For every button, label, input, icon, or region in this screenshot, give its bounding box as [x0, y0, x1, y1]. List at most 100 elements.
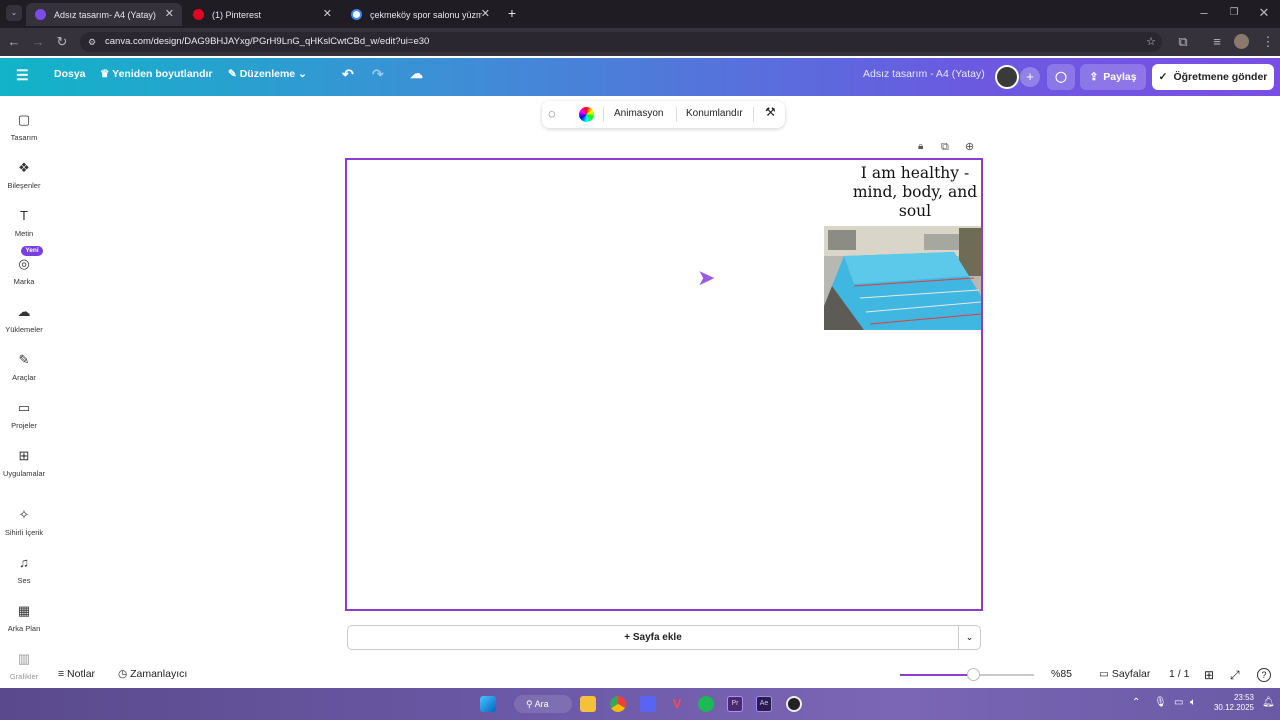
sidebar-item-text[interactable]: T Metin — [0, 208, 48, 238]
minimize-icon[interactable]: – — [1196, 5, 1212, 21]
sidebar-item-magic-media[interactable]: ✧ Sihirli İçerik — [0, 507, 48, 537]
notes-label: Notlar — [67, 668, 96, 680]
sidebar-item-background[interactable]: ▦ Arka Plan — [0, 603, 48, 633]
edit-mode-button[interactable]: ✎ Düzenleme ⌄ — [228, 68, 307, 80]
chevron-down-icon[interactable]: ⌄ — [958, 625, 981, 650]
file-explorer-icon[interactable] — [580, 696, 596, 712]
clock-time: 23:53 — [1233, 693, 1254, 702]
sidebar-item-projects[interactable]: ▭ Projeler — [0, 400, 48, 430]
windows-start-icon[interactable] — [480, 696, 496, 712]
redo-icon[interactable]: ↷ — [372, 66, 384, 83]
close-icon[interactable]: ✕ — [481, 7, 490, 20]
send-to-teacher-button[interactable]: ✓ Öğretmene gönder — [1152, 64, 1274, 90]
sidebar-item-brand[interactable]: ◎ Marka — [0, 256, 48, 286]
tab-pinterest[interactable]: (1) Pinterest ✕ — [184, 3, 340, 26]
timer-button[interactable]: ◷ Zamanlayıcı — [118, 668, 187, 680]
lock-icon[interactable]: 🔒︎ — [918, 141, 923, 152]
zoom-slider-thumb[interactable] — [967, 668, 981, 681]
after-effects-icon[interactable]: Ae — [756, 696, 772, 712]
notifications-icon[interactable]: 🔔︎ — [1262, 697, 1275, 708]
add-page-icon[interactable]: ⊕ — [965, 140, 974, 153]
network-icon[interactable]: ▭ — [1174, 697, 1183, 708]
toolbar-divider — [676, 107, 677, 122]
lasso-icon[interactable]: ◌ — [548, 106, 556, 121]
comment-icon: ◯ — [1055, 71, 1067, 83]
share-button[interactable]: ⇪ Paylaş — [1080, 64, 1146, 90]
grid-view-icon[interactable]: ⊞ — [1204, 668, 1214, 682]
tab-google-search[interactable]: çekmeköy spor salonu yüzme ✕ — [342, 3, 498, 26]
undo-icon[interactable]: ↶ — [342, 66, 354, 83]
url-input[interactable]: ⚙ canva.com/design/DAG9BHJAYxg/PGrH9LnG_… — [80, 32, 1162, 52]
new-tab-icon[interactable]: + — [504, 5, 520, 21]
sidebar-item-audio[interactable]: ♫ Ses — [0, 555, 48, 585]
valorant-icon[interactable]: V — [669, 696, 685, 712]
reading-list-icon[interactable]: ≡ — [1209, 34, 1225, 50]
resize-label: Yeniden boyutlandır — [112, 68, 213, 80]
back-icon[interactable]: ← — [6, 34, 22, 50]
sidebar-item-charts[interactable]: ▥ Grafikler — [0, 651, 48, 681]
document-title[interactable]: Adsız tasarım - A4 (Yatay) — [863, 68, 985, 80]
user-avatar[interactable] — [995, 65, 1019, 89]
microphone-icon[interactable]: 🎙︎ — [1154, 697, 1167, 708]
sidebar-item-uploads[interactable]: ☁ Yüklemeler — [0, 304, 48, 334]
taskbar-clock[interactable]: 23:53 30.12.2025 — [1210, 693, 1254, 713]
pool-photo-svg — [824, 226, 981, 330]
zoom-slider[interactable] — [900, 668, 1034, 681]
text-icon: T — [20, 208, 28, 223]
profile-avatar[interactable] — [1234, 34, 1249, 49]
zoom-level[interactable]: %85 — [1051, 668, 1072, 680]
browser-menu-icon[interactable]: ⋮ — [1260, 34, 1276, 50]
obs-icon[interactable] — [786, 696, 802, 712]
duplicate-page-icon[interactable]: ⧉ — [941, 141, 949, 154]
bookmark-star-icon[interactable]: ☆ — [1146, 32, 1156, 52]
sidebar-item-label: Yüklemeler — [5, 325, 43, 334]
headline-text[interactable]: I am healthy - mind, body, and soul — [846, 164, 984, 221]
site-info-icon[interactable]: ⚙ — [88, 32, 96, 52]
window-close-icon[interactable]: ✕ — [1256, 5, 1272, 21]
cloud-upload-icon: ☁ — [17, 304, 31, 319]
pool-image[interactable] — [824, 226, 981, 330]
sidebar-item-elements[interactable]: ❖ Bileşenler — [0, 160, 48, 190]
pages-button[interactable]: ▭ Sayfalar — [1099, 668, 1150, 680]
context-toolbar: ◌ Animasyon Konumlandır ⚒ — [542, 101, 785, 128]
draw-icon: ✎ — [18, 352, 30, 367]
comment-button[interactable]: ◯ — [1047, 64, 1075, 90]
premiere-icon[interactable]: Pr — [727, 696, 743, 712]
cloud-save-icon[interactable]: ☁ — [410, 66, 423, 82]
sidebar-item-tools[interactable]: ✎ Araçlar — [0, 352, 48, 382]
tab-canva[interactable]: Adsız tasarım- A4 (Yatay) ✕ — [26, 3, 182, 26]
resize-button[interactable]: ♛ Yeniden boyutlandır — [100, 68, 213, 80]
animate-button[interactable]: Animasyon — [614, 108, 663, 119]
volume-icon[interactable]: 🔈︎ — [1190, 697, 1196, 708]
reload-icon[interactable]: ↻ — [54, 34, 70, 50]
color-wheel-icon[interactable] — [579, 107, 594, 122]
fullscreen-icon[interactable]: ⤢ — [1230, 668, 1240, 683]
notes-button[interactable]: ≡ Notlar — [58, 668, 95, 680]
share-label: Paylaş — [1103, 71, 1137, 83]
tab-search-icon[interactable]: ⌄ — [6, 5, 22, 21]
extensions-icon[interactable]: ⧉ — [1175, 34, 1191, 50]
discord-icon[interactable] — [640, 696, 656, 712]
invite-plus-icon[interactable]: + — [1020, 67, 1040, 87]
tray-overflow-icon[interactable]: ⌃ — [1132, 697, 1140, 708]
file-menu-button[interactable]: Dosya — [54, 68, 86, 80]
sidebar-item-apps[interactable]: ⊞ Uygulamalar — [0, 448, 48, 478]
help-icon[interactable]: ? — [1257, 668, 1271, 682]
add-page-button[interactable]: + Sayfa ekle — [347, 625, 959, 650]
tab-title: çekmeköy spor salonu yüzme — [370, 9, 482, 20]
canva-favicon-icon — [35, 9, 46, 20]
forward-icon[interactable]: → — [30, 34, 46, 50]
close-icon[interactable]: ✕ — [165, 7, 174, 20]
taskbar-search[interactable]: ⚲ Ara — [514, 695, 572, 713]
paint-roller-icon[interactable]: ⚒ — [765, 105, 776, 119]
position-button[interactable]: Konumlandır — [686, 108, 743, 119]
maximize-icon[interactable]: ❐ — [1226, 5, 1242, 21]
zoom-slider-fill — [900, 674, 974, 676]
pinterest-favicon-icon — [193, 9, 204, 20]
pencil-icon: ✎ — [228, 68, 240, 80]
sidebar-item-design[interactable]: ▢ Tasarım — [0, 112, 48, 142]
close-icon[interactable]: ✕ — [323, 7, 332, 20]
main-menu-icon[interactable]: ☰ — [16, 67, 29, 84]
chrome-icon[interactable] — [610, 696, 626, 712]
spotify-icon[interactable] — [698, 696, 714, 712]
